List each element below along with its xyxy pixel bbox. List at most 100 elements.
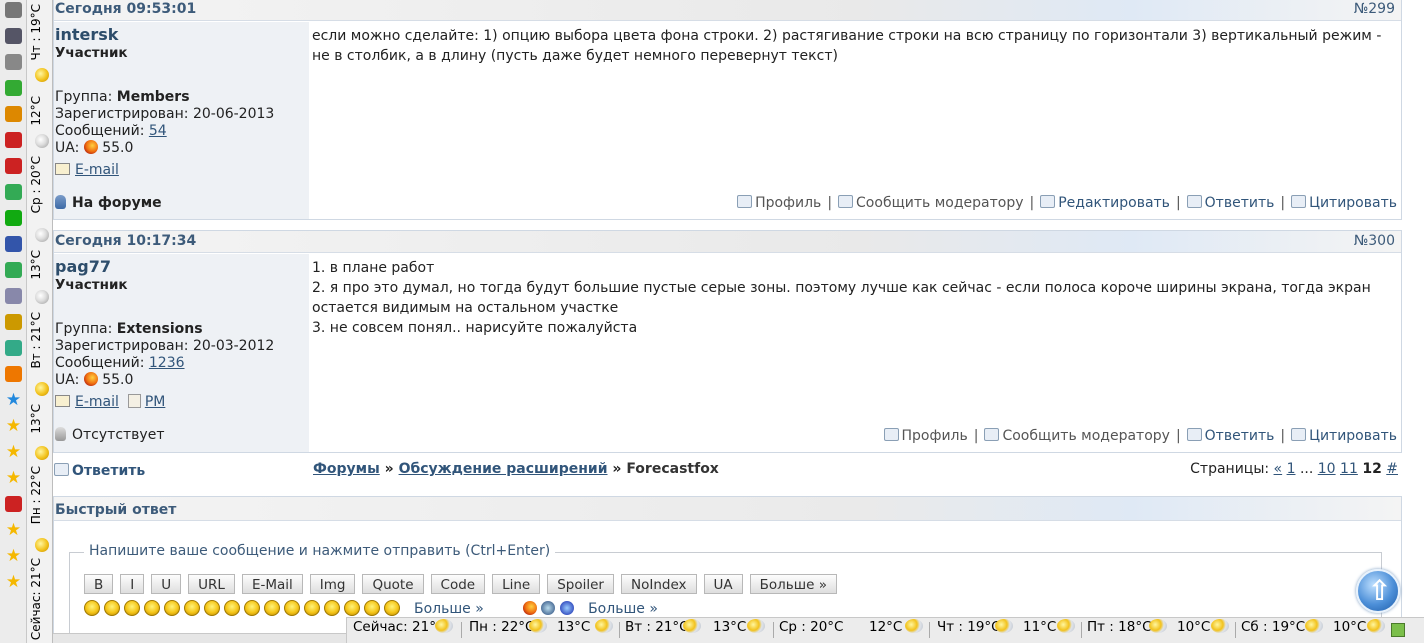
firefox-icon <box>83 140 98 154</box>
quote-link[interactable]: Цитировать <box>1309 195 1397 211</box>
smiley-more-link[interactable]: Больше » <box>414 601 484 617</box>
weather-day-mon[interactable]: Пн : 22°C <box>469 619 534 635</box>
report-moderator-link[interactable]: Сообщить модератору <box>1002 428 1169 444</box>
translate-icon[interactable] <box>5 184 22 200</box>
profile-link[interactable]: Профиль <box>755 195 821 211</box>
bbcode-line-button[interactable]: Line <box>492 574 541 594</box>
weather-day-thu[interactable]: Чт : 19°C <box>937 619 1001 635</box>
zoom-icon[interactable] <box>5 288 22 304</box>
thunderbird-icon[interactable] <box>541 601 556 615</box>
smiley-icon[interactable] <box>124 600 140 616</box>
star-icon[interactable]: ★ <box>5 470 22 487</box>
bbcode-underline-button[interactable]: U <box>151 574 182 594</box>
weather-day-sat[interactable]: Сб : 19°C <box>1241 619 1305 635</box>
bbcode-ua-button[interactable]: UA <box>703 574 743 594</box>
bbcode-url-button[interactable]: URL <box>188 574 235 594</box>
messages-count-link[interactable]: 54 <box>149 123 167 139</box>
breadcrumb-extensions[interactable]: Обсуждение расширений <box>399 461 608 477</box>
post-header: Сегодня 09:53:01 №299 <box>54 0 1401 21</box>
page-link[interactable]: 1 <box>1287 461 1296 477</box>
email-link[interactable]: E-mail <box>75 162 119 178</box>
pm-link[interactable]: PM <box>145 394 166 410</box>
star-icon[interactable]: ★ <box>5 444 22 461</box>
weather-now[interactable]: Сейчас: 21°C <box>353 619 445 635</box>
smiley-icon[interactable] <box>204 600 220 616</box>
key-icon[interactable] <box>5 314 22 330</box>
pencil-icon[interactable] <box>5 496 22 512</box>
breadcrumb-separator: » <box>612 461 622 477</box>
email-link[interactable]: E-mail <box>75 394 119 410</box>
smiley-icon[interactable] <box>244 600 260 616</box>
firefox-icon[interactable] <box>522 601 537 615</box>
bbcode-noindex-button[interactable]: NoIndex <box>620 574 697 594</box>
ua-version: 55.0 <box>102 140 134 156</box>
page-link[interactable]: 11 <box>1340 461 1358 477</box>
smiley-icon[interactable] <box>264 600 280 616</box>
close-icon[interactable] <box>5 158 22 174</box>
page-link[interactable]: 10 <box>1318 461 1336 477</box>
user-icon[interactable] <box>5 28 22 44</box>
post-number[interactable]: №300 <box>1354 233 1395 249</box>
registered-value: 20-03-2012 <box>192 338 275 354</box>
quote-link[interactable]: Цитировать <box>1309 428 1397 444</box>
smiley-icon[interactable] <box>164 600 180 616</box>
camera-icon[interactable] <box>5 54 22 70</box>
scroll-to-top-button[interactable]: ⇧ <box>1356 569 1400 613</box>
addon-icon[interactable] <box>1391 623 1405 637</box>
author-nick[interactable]: intersk <box>55 25 118 44</box>
bbcode-img-button[interactable]: Img <box>309 574 356 594</box>
page-prev-link[interactable]: « <box>1274 461 1283 477</box>
reply-topic-button[interactable]: Ответить <box>54 463 145 479</box>
star-icon[interactable]: ★ <box>5 548 22 565</box>
star-icon[interactable]: ★ <box>5 574 22 591</box>
bbcode-spoiler-button[interactable]: Spoiler <box>547 574 614 594</box>
post-number[interactable]: №299 <box>1354 1 1395 17</box>
smiley-icon[interactable] <box>324 600 340 616</box>
question-icon[interactable] <box>5 80 22 96</box>
seamonkey-icon[interactable] <box>559 601 574 615</box>
screen-icon[interactable] <box>5 340 22 356</box>
bookmark-star-icon[interactable]: ★ <box>5 392 22 409</box>
weather-day-fri[interactable]: Пт : 18°C <box>1087 619 1152 635</box>
smiley-icon[interactable] <box>304 600 320 616</box>
bbcode-more-button[interactable]: Больше » <box>749 574 837 594</box>
weather-day-wed[interactable]: Ср : 20°C <box>779 619 843 635</box>
reply-link[interactable]: Ответить <box>1205 195 1275 211</box>
smiley-icon[interactable] <box>344 600 360 616</box>
star-icon[interactable]: ★ <box>5 418 22 435</box>
gear-icon[interactable] <box>5 2 22 18</box>
bbcode-quote-button[interactable]: Quote <box>362 574 424 594</box>
smiley-icon[interactable] <box>284 600 300 616</box>
smiley-icon[interactable] <box>144 600 160 616</box>
smiley-icon[interactable] <box>384 600 400 616</box>
reply-link[interactable]: Ответить <box>1205 428 1275 444</box>
play-icon[interactable] <box>5 210 22 226</box>
shield-icon[interactable] <box>5 366 22 382</box>
reply-icon <box>54 463 69 476</box>
sync-icon[interactable] <box>5 132 22 148</box>
bbcode-italic-button[interactable]: I <box>120 574 145 594</box>
breadcrumb: Форумы » Обсуждение расширений » Forecas… <box>313 461 719 477</box>
bbcode-code-button[interactable]: Code <box>430 574 486 594</box>
report-moderator-link[interactable]: Сообщить модератору <box>856 195 1023 211</box>
breadcrumb-forums[interactable]: Форумы <box>313 461 380 477</box>
author-nick[interactable]: pag77 <box>55 257 111 276</box>
page-anchor-link[interactable]: # <box>1386 461 1398 477</box>
smiley-icon[interactable] <box>104 600 120 616</box>
weather-day-tue[interactable]: Вт : 21°C <box>625 619 689 635</box>
star-icon[interactable]: ★ <box>5 522 22 539</box>
browser-more-link[interactable]: Больше » <box>588 601 658 617</box>
bbcode-bold-button[interactable]: B <box>84 574 114 594</box>
edit-link[interactable]: Редактировать <box>1058 195 1170 211</box>
bbcode-email-button[interactable]: E-Mail <box>241 574 303 594</box>
profile-link[interactable]: Профиль <box>902 428 968 444</box>
smiley-icon[interactable] <box>364 600 380 616</box>
smiley-icon[interactable] <box>184 600 200 616</box>
offline-status: Отсутствует <box>55 427 164 443</box>
smiley-icon[interactable] <box>224 600 240 616</box>
search-icon[interactable] <box>5 236 22 252</box>
download-icon[interactable] <box>5 262 22 278</box>
smiley-icon[interactable] <box>84 600 100 616</box>
bookmark-icon[interactable] <box>5 106 22 122</box>
messages-count-link[interactable]: 1236 <box>149 355 185 371</box>
